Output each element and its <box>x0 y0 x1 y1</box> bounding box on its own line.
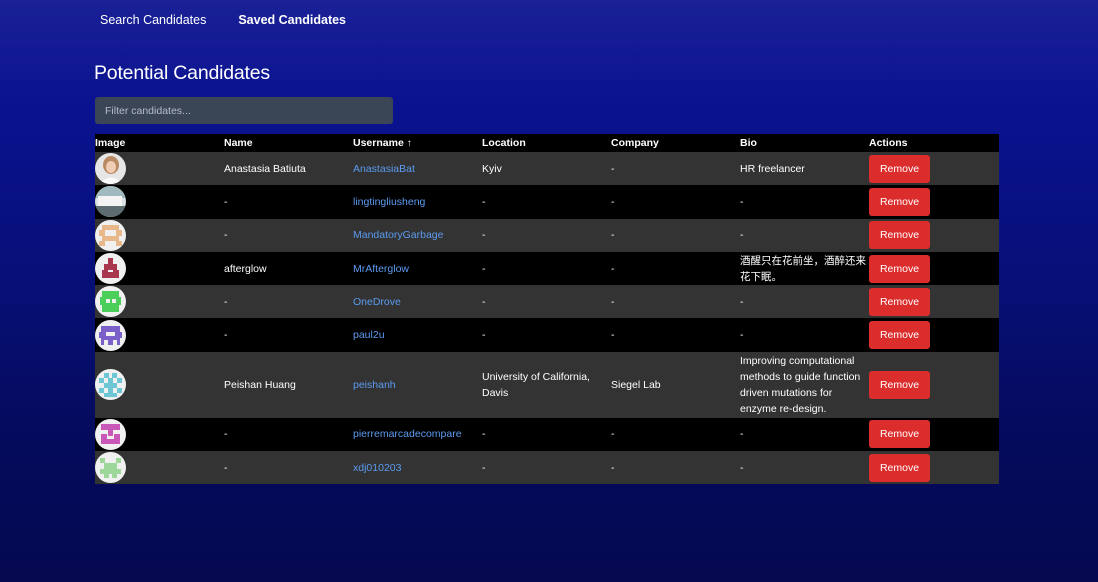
username-link[interactable]: pierremarcadecompare <box>353 428 462 440</box>
cell-name: - <box>224 218 353 252</box>
cell-location: - <box>482 285 611 319</box>
username-link[interactable]: lingtingliusheng <box>353 196 425 208</box>
avatar <box>95 418 126 450</box>
username-link[interactable]: xdj010203 <box>353 462 401 474</box>
header-name[interactable]: Name <box>224 134 353 152</box>
username-link[interactable]: peishanh <box>353 379 396 391</box>
nav-saved-candidates[interactable]: Saved Candidates <box>238 13 346 27</box>
top-nav: Search Candidates Saved Candidates <box>100 13 346 27</box>
avatar <box>95 369 126 401</box>
remove-button[interactable]: Remove <box>869 154 930 183</box>
remove-button[interactable]: Remove <box>869 221 930 250</box>
table-row: - pierremarcadecompare - - - Remove <box>95 417 999 452</box>
cell-location: - <box>482 318 611 352</box>
cell-bio: - <box>740 318 869 352</box>
cell-company: - <box>611 152 740 186</box>
cell-company: Siegel Lab <box>611 351 740 418</box>
cell-location: University of California, Davis <box>482 351 611 418</box>
avatar <box>95 452 126 484</box>
header-location[interactable]: Location <box>482 134 611 152</box>
cell-bio: - <box>740 451 869 485</box>
cell-company: - <box>611 451 740 485</box>
header-bio[interactable]: Bio <box>740 134 869 152</box>
header-username-label: Username <box>353 137 404 149</box>
cell-company: - <box>611 318 740 352</box>
cell-bio: - <box>740 285 869 319</box>
username-link[interactable]: MrAfterglow <box>353 263 409 275</box>
cell-company: - <box>611 285 740 319</box>
cell-name: - <box>224 318 353 352</box>
table-row: - xdj010203 - - - Remove <box>95 451 999 485</box>
avatar <box>95 319 126 351</box>
cell-location: - <box>482 185 611 219</box>
header-company[interactable]: Company <box>611 134 740 152</box>
remove-button[interactable]: Remove <box>869 187 930 216</box>
table-row: Anastasia Batiuta AnastasiaBat Kyiv - HR… <box>95 152 999 186</box>
table-row: - lingtingliusheng - - - Remove <box>95 185 999 219</box>
remove-button[interactable]: Remove <box>869 321 930 350</box>
cell-company: - <box>611 218 740 252</box>
table-row: - OneDrove - - - Remove <box>95 285 999 319</box>
table-row: afterglow MrAfterglow - - 酒醒只在花前坐，酒醉还来花下… <box>95 251 999 286</box>
username-link[interactable]: AnastasiaBat <box>353 163 415 175</box>
username-link[interactable]: MandatoryGarbage <box>353 229 443 241</box>
sort-arrow-up-icon: ↑ <box>406 138 412 149</box>
page-title: Potential Candidates <box>94 62 270 84</box>
cell-location: - <box>482 417 611 452</box>
avatar <box>95 253 126 285</box>
cell-company: - <box>611 251 740 286</box>
cell-name: - <box>224 185 353 219</box>
cell-name: - <box>224 417 353 452</box>
cell-location: - <box>482 451 611 485</box>
cell-company: - <box>611 417 740 452</box>
cell-name: afterglow <box>224 251 353 286</box>
table-row: Peishan Huang peishanh University of Cal… <box>95 351 999 418</box>
avatar <box>95 219 126 251</box>
remove-button[interactable]: Remove <box>869 254 930 283</box>
cell-company: - <box>611 185 740 219</box>
header-image: Image <box>95 134 224 152</box>
cell-location: - <box>482 218 611 252</box>
cell-name: - <box>224 285 353 319</box>
cell-bio: Improving computational methods to guide… <box>740 351 869 418</box>
cell-bio: 酒醒只在花前坐，酒醉还来花下眠。 <box>740 251 869 286</box>
remove-button[interactable]: Remove <box>869 370 930 399</box>
nav-search-candidates[interactable]: Search Candidates <box>100 13 206 27</box>
table-header-row: Image Name Username ↑ Location Company B… <box>95 134 999 152</box>
cell-bio: HR freelancer <box>740 152 869 186</box>
filter-input[interactable] <box>95 97 393 124</box>
candidates-table: Image Name Username ↑ Location Company B… <box>95 134 999 485</box>
cell-location: - <box>482 251 611 286</box>
remove-button[interactable]: Remove <box>869 287 930 316</box>
avatar <box>95 286 126 318</box>
cell-name: Anastasia Batiuta <box>224 152 353 186</box>
header-username[interactable]: Username ↑ <box>353 134 482 152</box>
table-row: - MandatoryGarbage - - - Remove <box>95 218 999 252</box>
header-actions: Actions <box>869 134 999 152</box>
cell-bio: - <box>740 417 869 452</box>
cell-bio: - <box>740 185 869 219</box>
table-row: - paul2u - - - Remove <box>95 318 999 352</box>
cell-location: Kyiv <box>482 152 611 186</box>
cell-bio: - <box>740 218 869 252</box>
username-link[interactable]: paul2u <box>353 329 385 341</box>
remove-button[interactable]: Remove <box>869 453 930 482</box>
cell-name: - <box>224 451 353 485</box>
avatar <box>95 153 126 185</box>
avatar <box>95 186 126 218</box>
username-link[interactable]: OneDrove <box>353 296 401 308</box>
remove-button[interactable]: Remove <box>869 420 930 449</box>
cell-name: Peishan Huang <box>224 351 353 418</box>
